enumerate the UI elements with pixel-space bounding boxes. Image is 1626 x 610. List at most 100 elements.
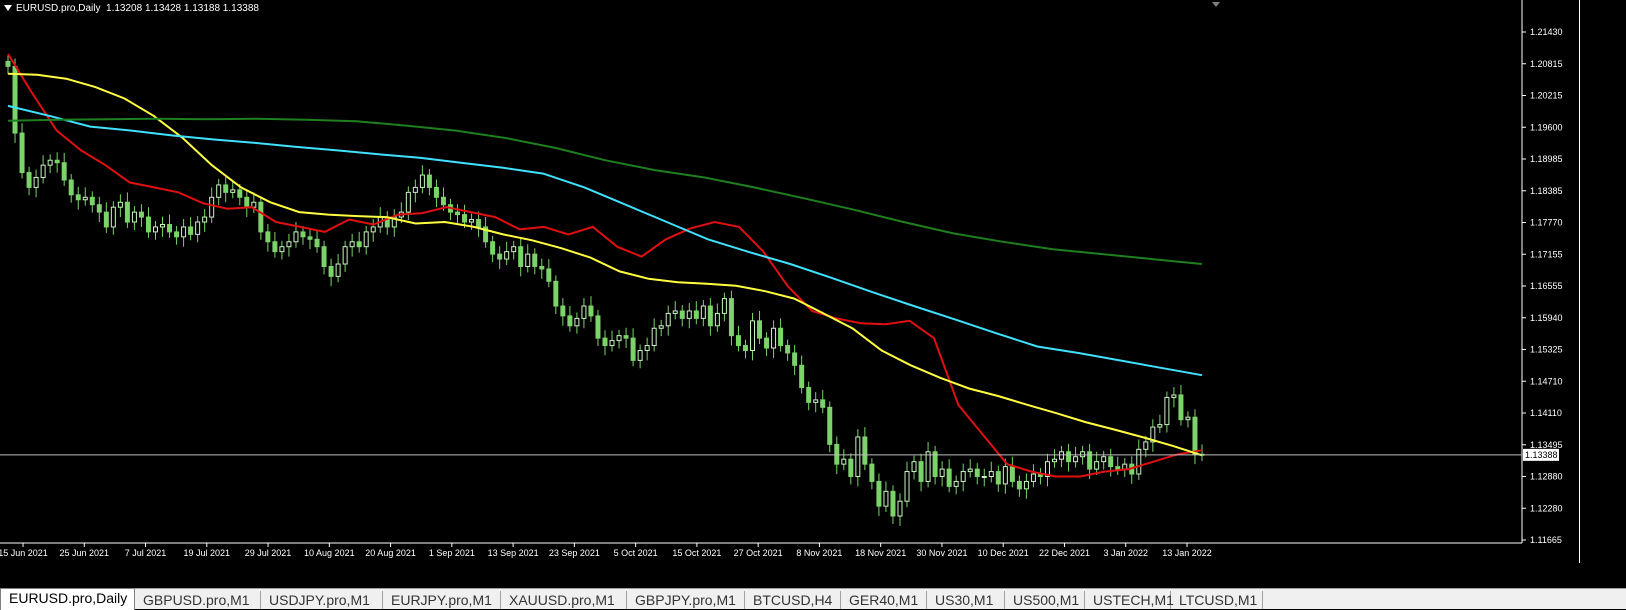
price-tick-label: 1.17770 [1530, 218, 1563, 228]
candle-body [370, 226, 376, 233]
candle-body [749, 320, 755, 351]
tab-ustech-m1[interactable]: USTECH,M1 [1085, 591, 1174, 609]
tab-eurusd-pro-daily[interactable]: EURUSD.pro,Daily [0, 588, 135, 610]
candle-body [230, 189, 236, 193]
candle-body [651, 327, 657, 347]
candle-body [911, 461, 917, 473]
candle-body [602, 337, 608, 347]
candle-body [426, 174, 432, 188]
candle-body [560, 305, 566, 317]
candle-body [145, 216, 151, 233]
candle-body [1115, 466, 1121, 470]
tab-gbpusd-pro-m1[interactable]: GBPUSD.pro,M1 [135, 591, 261, 609]
time-tick-label: 30 Nov 2021 [916, 548, 967, 558]
candle-body [728, 298, 734, 337]
candle-body [462, 214, 468, 223]
candle-body [279, 246, 285, 253]
candle-body [237, 189, 243, 198]
candle-body [293, 231, 299, 243]
candle-body [707, 305, 713, 327]
candle-body [490, 241, 496, 255]
candle-body [258, 201, 264, 233]
candle-body [75, 194, 81, 201]
price-tick-label: 1.16555 [1530, 281, 1563, 291]
candle-body [1101, 456, 1107, 463]
candle-body [202, 216, 208, 223]
tab-xauusd-pro-m1[interactable]: XAUUSD.pro,M1 [501, 591, 627, 609]
candle-body [609, 340, 615, 347]
candle-body [216, 184, 222, 198]
candle-body [405, 191, 411, 213]
candle-body [630, 337, 636, 361]
candle-body [1192, 416, 1198, 455]
candle-body [511, 246, 517, 253]
tab-us30-m1[interactable]: US30,M1 [927, 591, 1005, 609]
time-tick-label: 19 Jul 2021 [184, 548, 231, 558]
candle-body [960, 471, 966, 482]
time-tick-label: 25 Jun 2021 [59, 548, 109, 558]
candle-body [1009, 466, 1015, 482]
candle-body [110, 206, 116, 228]
candle-body [679, 310, 685, 319]
candle-body [167, 223, 173, 233]
candle-body [553, 280, 559, 307]
candle-body [953, 480, 959, 487]
candle-body [314, 238, 320, 248]
candle-body [223, 184, 229, 193]
tab-us500-m1[interactable]: US500,M1 [1005, 591, 1085, 609]
candle-body [1157, 424, 1163, 428]
candle-body [588, 305, 594, 317]
candle-body [419, 174, 425, 188]
price-tick-label: 1.17155 [1530, 249, 1563, 259]
candle-body [644, 345, 650, 351]
tab-gbpjpy-pro-m1[interactable]: GBPJPY.pro,M1 [627, 591, 745, 609]
tab-ltcusd-m1[interactable]: LTCUSD,M1 [1171, 591, 1263, 609]
candle-body [785, 345, 791, 354]
time-tick-label: 27 Oct 2021 [734, 548, 783, 558]
candle-body [265, 231, 271, 243]
candle-body [1030, 473, 1036, 482]
candle-body [300, 231, 306, 238]
ohlc-values: 1.13208 1.13428 1.13188 1.13388 [106, 3, 259, 14]
collapse-triangle-icon[interactable] [4, 5, 12, 12]
candle-body [665, 312, 671, 327]
candle-body [806, 387, 812, 403]
candle-body [799, 364, 805, 389]
candle-body [925, 451, 931, 482]
candle-body [497, 253, 503, 260]
time-tick-label: 3 Jan 2022 [1103, 548, 1148, 558]
candle-body [686, 310, 692, 319]
candle-body [504, 251, 510, 260]
moving-average-line [7, 117, 1203, 265]
candle-body [124, 201, 130, 223]
candle-body [152, 226, 158, 233]
candle-body [342, 246, 348, 265]
candle-body [1143, 441, 1149, 450]
candle-body [33, 177, 39, 188]
current-price-label: 1.13388 [1525, 450, 1558, 460]
price-chart[interactable]: 1.21430 1.20815 1.20215 1.19600 1.18985 1.183… [0, 0, 1626, 588]
candle-body [335, 263, 341, 277]
time-tick-label: 15 Oct 2021 [672, 548, 721, 558]
candle-body [117, 201, 123, 208]
candle-body [321, 246, 327, 267]
candle-body [68, 179, 74, 196]
candle-body [103, 211, 109, 228]
tab-usdjpy-pro-m1[interactable]: USDJPY.pro,M1 [261, 591, 383, 609]
candle-body [328, 265, 334, 277]
candle-body [764, 337, 770, 349]
candle-body [1080, 451, 1086, 458]
tab-eurjpy-pro-m1[interactable]: EURJPY.pro,M1 [383, 591, 501, 609]
price-tick-label: 1.14110 [1530, 408, 1562, 418]
tab-btcusd-h4[interactable]: BTCUSD,H4 [745, 591, 841, 609]
chart-plot-area[interactable]: 1.21430 1.20815 1.20215 1.19600 1.18985 1.183… [0, 0, 1580, 563]
candle-body [1136, 448, 1142, 475]
candle-body [160, 223, 166, 228]
candle-body [841, 458, 847, 465]
symbol-label: EURUSD.pro,Daily [16, 3, 101, 14]
price-tick-label: 1.11665 [1530, 535, 1562, 545]
tab-ger40-m1[interactable]: GER40,M1 [841, 591, 927, 609]
candle-body [286, 241, 292, 248]
candle-body [12, 65, 18, 134]
candle-body [771, 327, 777, 349]
